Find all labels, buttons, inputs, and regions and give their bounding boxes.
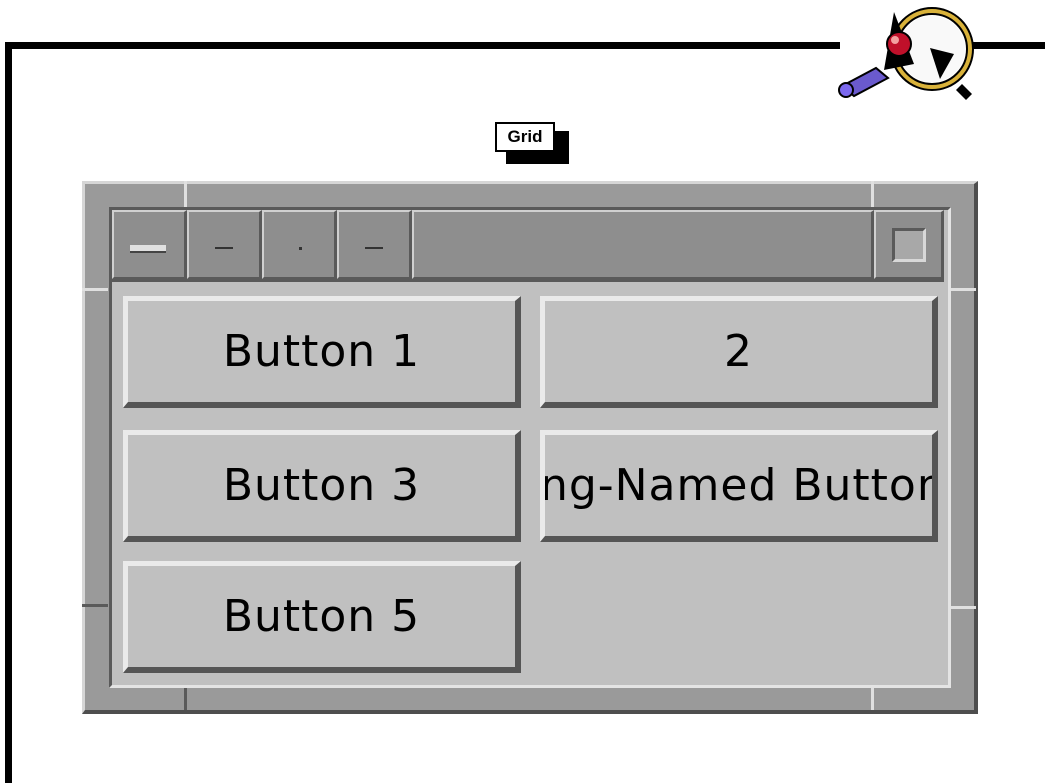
dash-icon [365, 247, 383, 249]
button-5[interactable]: Button 5 [123, 561, 521, 673]
button-4[interactable]: Long-Named Button 4 [540, 430, 938, 542]
window-title-area[interactable] [412, 210, 874, 279]
window-title-bar[interactable] [112, 210, 944, 282]
grid-content-area: Button 1 2 Button 3 Long-Named Button 4 … [112, 285, 944, 681]
frame-resize-tick [871, 181, 874, 207]
button-1[interactable]: Button 1 [123, 296, 521, 408]
frame-resize-tick [82, 604, 108, 607]
window-button-4[interactable] [337, 210, 412, 279]
button-2[interactable]: 2 [540, 296, 938, 408]
page-frame-top-line [5, 42, 840, 49]
button-3[interactable]: Button 3 [123, 430, 521, 542]
grid-caption-label: Grid [495, 122, 555, 152]
duke-magnifier-logo-icon [838, 7, 974, 100]
maximize-button[interactable] [874, 210, 944, 279]
maximize-icon [892, 228, 926, 262]
grid-layout-window: Button 1 2 Button 3 Long-Named Button 4 … [82, 181, 978, 714]
frame-resize-tick [871, 686, 874, 710]
page-frame-left-line [5, 42, 12, 783]
dash-icon [215, 247, 233, 249]
frame-resize-tick [950, 288, 976, 291]
window-menu-button[interactable] [112, 210, 187, 279]
window-button-2[interactable] [187, 210, 262, 279]
frame-resize-tick [950, 606, 976, 609]
frame-resize-tick [184, 181, 187, 207]
minimize-button[interactable] [262, 210, 337, 279]
frame-resize-tick [184, 686, 187, 710]
frame-resize-tick [82, 288, 108, 291]
minimize-icon [299, 247, 302, 250]
window-menu-icon [130, 245, 166, 253]
